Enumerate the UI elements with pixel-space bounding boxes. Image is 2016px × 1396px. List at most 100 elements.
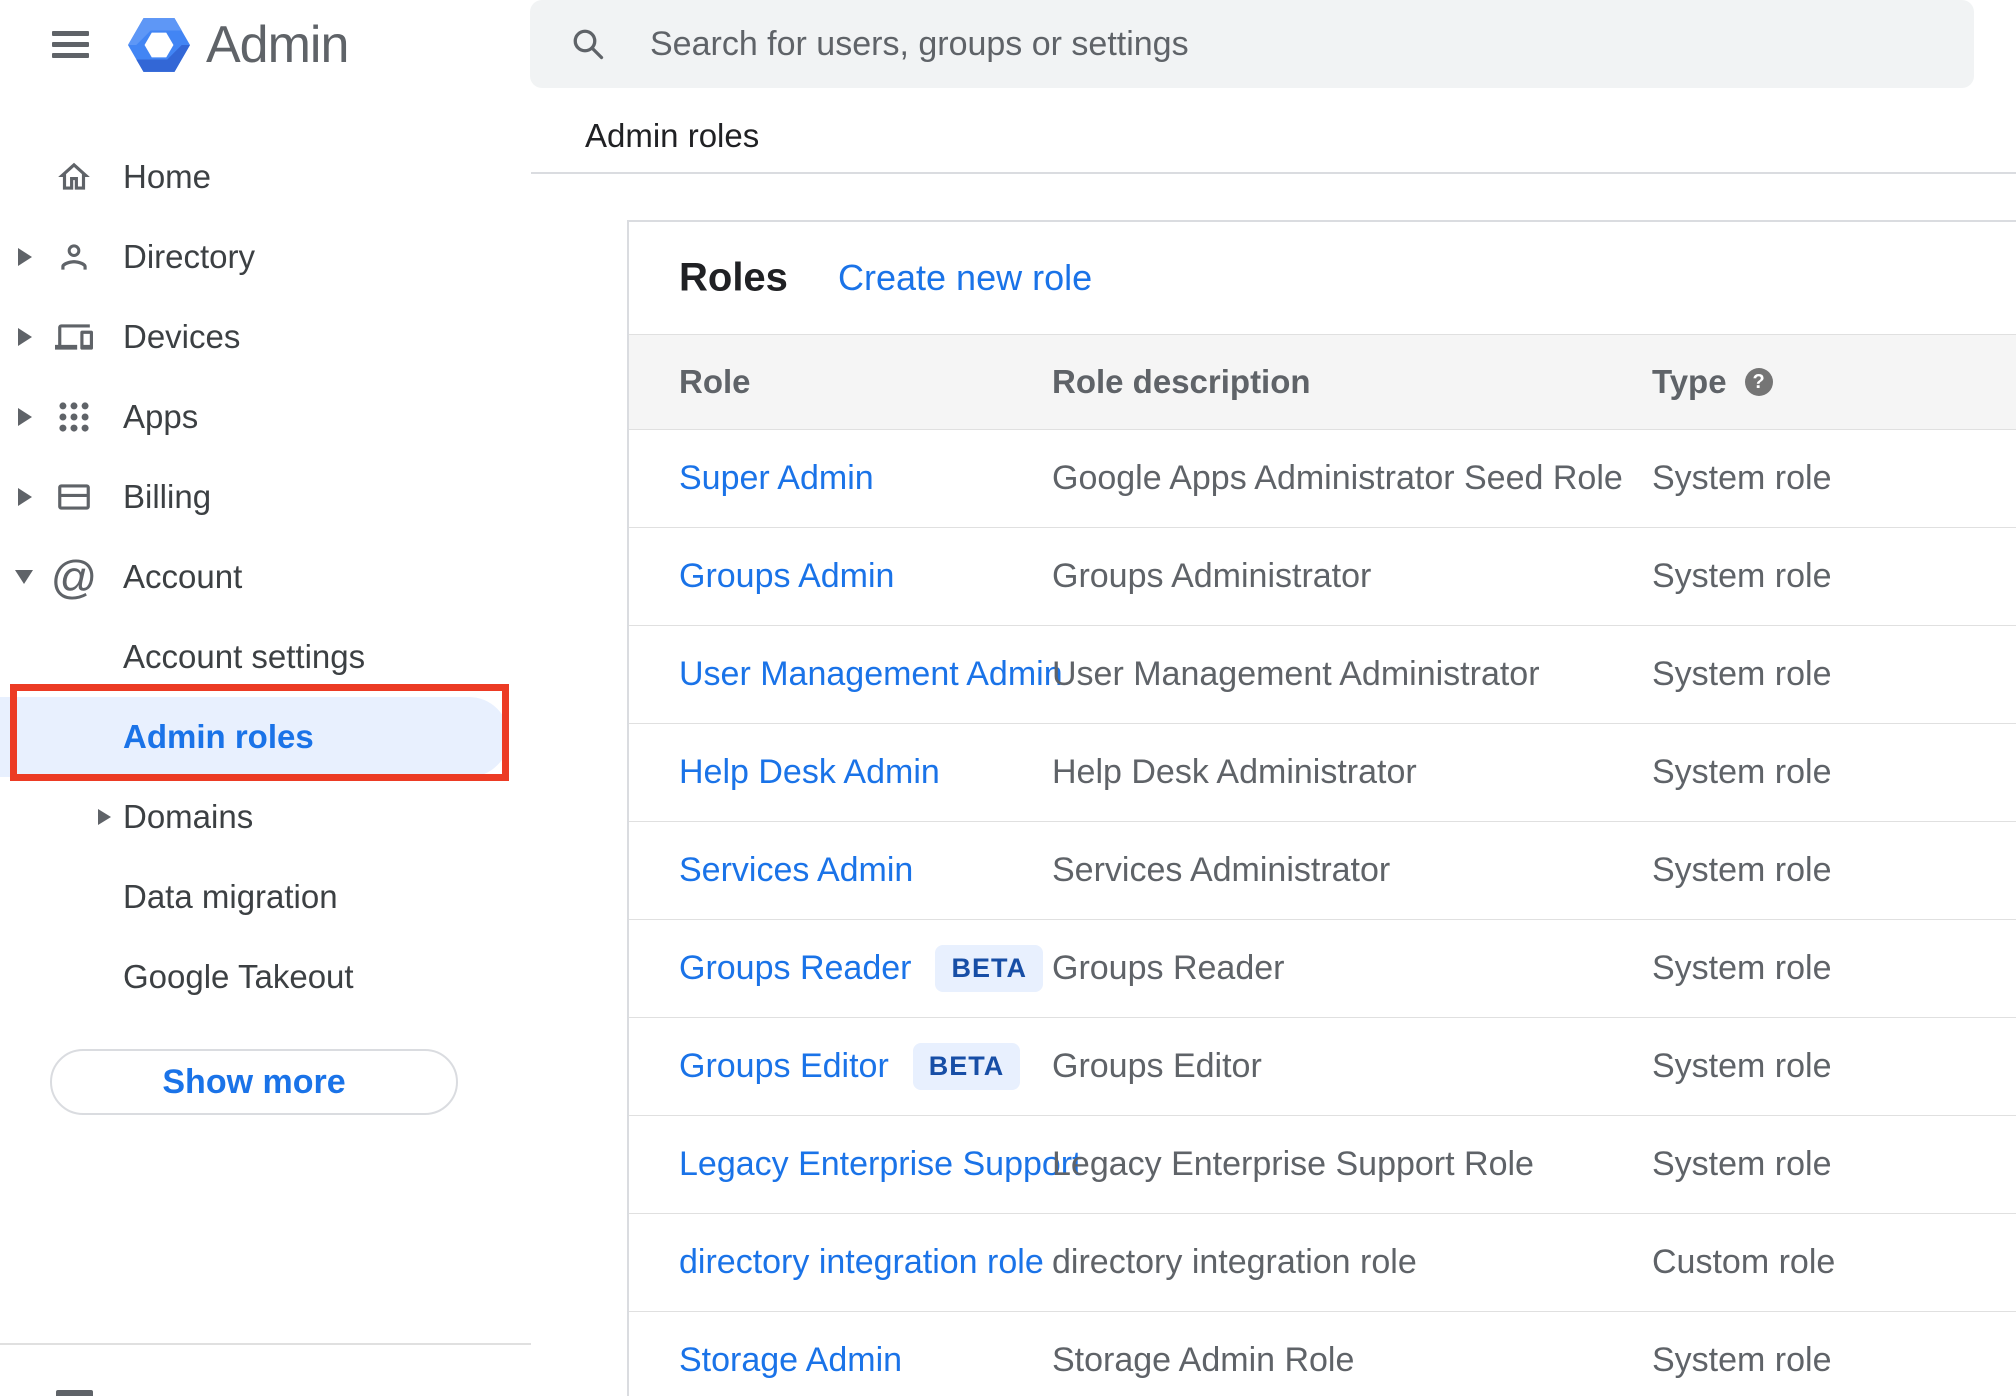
role-type: System role [1652, 1047, 1832, 1085]
table-row[interactable]: User Management Admin User Management Ad… [629, 626, 2016, 724]
sidebar-item-label: Google Takeout [123, 958, 354, 995]
role-link[interactable]: Groups Editor [679, 1047, 889, 1086]
beta-badge: BETA [935, 945, 1043, 992]
sidebar-item-label: Account [123, 558, 243, 595]
role-link[interactable]: directory integration role [679, 1243, 1044, 1282]
sidebar: Admin Home Directory Devices Apps Billin… [0, 0, 531, 1396]
sidebar-item-home[interactable]: Home [0, 137, 531, 217]
person-icon [55, 238, 93, 276]
table-row[interactable]: Legacy Enterprise Support Legacy Enterpr… [629, 1116, 2016, 1214]
sidebar-item-data-migration[interactable]: Data migration [0, 857, 531, 937]
sidebar-item-label: Domains [123, 798, 254, 835]
sidebar-item-admin-roles[interactable]: Admin roles [0, 697, 531, 777]
role-link[interactable]: Groups Admin [679, 557, 894, 596]
search-input[interactable]: Search for users, groups or settings [530, 0, 1974, 88]
role-description: Services Administrator [1052, 851, 1391, 889]
show-more-button[interactable]: Show more [50, 1049, 458, 1115]
table-row[interactable]: Groups Editor BETA Groups Editor System … [629, 1018, 2016, 1116]
sidebar-item-account[interactable]: @ Account [0, 537, 531, 617]
table-row[interactable]: Groups Reader BETA Groups Reader System … [629, 920, 2016, 1018]
sidebar-item-directory[interactable]: Directory [0, 217, 531, 297]
column-header-description: Role description [1052, 363, 1311, 400]
expand-arrow-icon[interactable] [18, 248, 32, 266]
expand-arrow-icon[interactable] [98, 809, 111, 825]
sidebar-item-devices[interactable]: Devices [0, 297, 531, 377]
role-type: System role [1652, 1341, 1832, 1379]
help-icon[interactable]: ? [1744, 368, 1773, 396]
app-logo: Admin [128, 16, 349, 74]
table-row[interactable]: Services Admin Services Administrator Sy… [629, 822, 2016, 920]
role-description: Groups Editor [1052, 1047, 1262, 1085]
sidebar-item-apps[interactable]: Apps [0, 377, 531, 457]
role-description: Groups Reader [1052, 949, 1285, 987]
search-placeholder: Search for users, groups or settings [650, 24, 1189, 63]
sidebar-item-label: Admin roles [123, 718, 314, 755]
role-description: Help Desk Administrator [1052, 753, 1417, 791]
role-type: System role [1652, 557, 1832, 595]
show-more-label: Show more [162, 1062, 346, 1101]
at-sign-icon: @ [50, 551, 98, 603]
role-description: User Management Administrator [1052, 655, 1540, 693]
role-type: System role [1652, 655, 1832, 693]
app-title: Admin [206, 16, 349, 74]
role-description: Storage Admin Role [1052, 1341, 1355, 1379]
create-new-role-link[interactable]: Create new role [838, 257, 1092, 299]
sidebar-item-billing[interactable]: Billing [0, 457, 531, 537]
role-description: directory integration role [1052, 1243, 1417, 1281]
sidebar-item-label: Account settings [123, 638, 366, 675]
credit-card-icon [55, 478, 93, 516]
role-link[interactable]: User Management Admin [679, 655, 1063, 694]
role-link[interactable]: Legacy Enterprise Support [679, 1145, 1082, 1184]
admin-console-page: Admin Home Directory Devices Apps Billin… [0, 0, 2016, 1396]
sidebar-divider [0, 1343, 531, 1345]
admin-hexagon-icon [128, 17, 190, 73]
sidebar-item-account-settings[interactable]: Account settings [0, 617, 531, 697]
collapse-arrow-icon[interactable] [15, 570, 33, 584]
table-row[interactable]: Storage Admin Storage Admin Role System … [629, 1312, 2016, 1396]
expand-arrow-icon[interactable] [18, 488, 32, 506]
role-link[interactable]: Groups Reader [679, 949, 911, 988]
apps-grid-icon [55, 398, 93, 436]
expand-arrow-icon[interactable] [18, 408, 32, 426]
clipped-bottom-icon [56, 1390, 93, 1396]
role-type: System role [1652, 753, 1832, 791]
table-row[interactable]: directory integration role directory int… [629, 1214, 2016, 1312]
beta-badge: BETA [912, 1043, 1021, 1090]
role-type: System role [1652, 851, 1832, 889]
sidebar-item-label: Home [123, 158, 212, 195]
sidebar-item-google-takeout[interactable]: Google Takeout [0, 937, 531, 1017]
column-header-type: Type [1652, 363, 1727, 400]
sidebar-item-label: Apps [123, 398, 199, 435]
role-link[interactable]: Super Admin [679, 459, 874, 498]
sidebar-item-domains[interactable]: Domains [0, 777, 531, 857]
role-link[interactable]: Services Admin [679, 851, 913, 890]
devices-icon [55, 318, 93, 356]
role-description: Google Apps Administrator Seed Role [1052, 459, 1623, 497]
role-type: System role [1652, 459, 1832, 497]
role-type: System role [1652, 1145, 1832, 1183]
role-description: Legacy Enterprise Support Role [1052, 1145, 1534, 1183]
role-link[interactable]: Help Desk Admin [679, 753, 940, 792]
expand-arrow-icon[interactable] [18, 328, 32, 346]
home-icon [55, 158, 93, 196]
role-type: System role [1652, 949, 1832, 987]
menu-icon[interactable] [52, 31, 89, 58]
panel-title: Roles [679, 255, 788, 300]
roles-panel: Roles Create new role Role Role descript… [627, 220, 2016, 1396]
role-description: Groups Administrator [1052, 557, 1372, 595]
table-row[interactable]: Help Desk Admin Help Desk Administrator … [629, 724, 2016, 822]
role-type: Custom role [1652, 1243, 1836, 1281]
sidebar-item-label: Devices [123, 318, 241, 355]
header-divider [531, 172, 2016, 174]
table-row[interactable]: Groups Admin Groups Administrator System… [629, 528, 2016, 626]
role-link[interactable]: Storage Admin [679, 1341, 902, 1380]
breadcrumb: Admin roles [585, 117, 760, 154]
sidebar-item-label: Data migration [123, 878, 338, 915]
table-row[interactable]: Super Admin Google Apps Administrator Se… [629, 430, 2016, 528]
roles-panel-header: Roles Create new role [629, 222, 2016, 334]
column-header-role: Role [679, 363, 751, 400]
table-header-row: Role Role description Type ? [629, 334, 2016, 430]
search-icon [570, 26, 606, 62]
sidebar-nav: Home Directory Devices Apps Billing @ Ac… [0, 137, 531, 1017]
sidebar-item-label: Directory [123, 238, 256, 275]
